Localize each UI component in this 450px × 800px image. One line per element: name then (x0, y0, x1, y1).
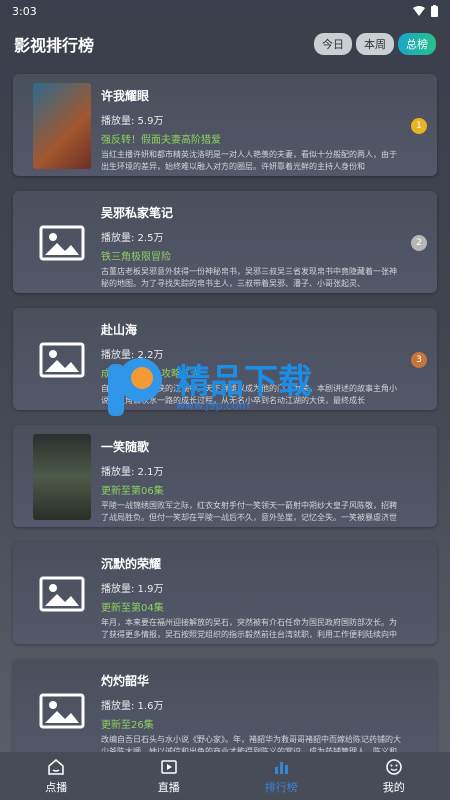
item-title: 灼灼韶华 (101, 674, 150, 688)
poster-image (33, 668, 91, 754)
tab-vod-label: 点播 (45, 780, 68, 794)
item-desc: 平陵一战锦绣国败军之际，红衣女射手付一笑领天一箭射中朔纱大皇子风陈敬，招聘了战局… (101, 501, 397, 522)
home-icon (48, 758, 64, 775)
image-placeholder-icon (39, 576, 85, 612)
item-tag: 更新至第06集 (101, 486, 164, 497)
item-plays: 播放量: 2.1万 (101, 467, 164, 478)
item-desc: 当红主播许妍和都市精英沈洛明是一对人人艳羡的夫妻，看似十分般配的两人，由于出生环… (101, 150, 397, 171)
ranking-list: 许我耀眼播放量: 5.9万强反转！假面夫妻高阶猎爱当红主播许妍和都市精英沈洛明是… (13, 74, 437, 776)
tab-vod[interactable]: 点播 (0, 752, 113, 800)
item-tag: 更新至第04集 (101, 603, 164, 614)
item-plays: 播放量: 2.2万 (101, 350, 164, 361)
item-tag: 铁三角极限冒险 (101, 252, 171, 263)
tab-all[interactable]: 总榜 (398, 33, 436, 55)
item-title: 沉默的荣耀 (101, 557, 162, 571)
status-time: 3:03 (12, 4, 37, 18)
item-title: 许我耀眼 (101, 89, 150, 103)
rank-badge: 1 (411, 118, 427, 134)
image-placeholder-icon (39, 342, 85, 378)
tab-live-label: 直播 (157, 780, 180, 794)
chart-icon (275, 761, 289, 774)
item-title: 一笑随歌 (101, 440, 150, 454)
play-icon (161, 759, 177, 774)
item-info: 赴山海播放量: 2.2万成毅领衔热血攻略江湖自幼为之一统武侠的江湖中，天下群雄以… (101, 317, 429, 405)
smile-icon (386, 758, 402, 775)
item-plays: 播放量: 5.9万 (101, 116, 164, 127)
ranking-item[interactable]: 赴山海播放量: 2.2万成毅领衔热血攻略江湖自幼为之一统武侠的江湖中，天下群雄以… (13, 308, 437, 410)
status-bar: 3:03 (0, 0, 450, 22)
item-tag: 更新至26集 (101, 720, 154, 731)
tab-ranking[interactable]: 排行榜 (225, 752, 338, 800)
poster-image (33, 83, 91, 169)
header: 影视排行榜 今日 本周 总榜 (0, 22, 450, 66)
item-tag: 成毅领衔热血攻略江湖 (101, 369, 201, 380)
tab-week[interactable]: 本周 (356, 33, 394, 55)
item-desc: 年月，本来要在福州迎接解放的吴石，突然被有介石任命为国民政府国防部次长。为了获得… (101, 618, 397, 639)
ranking-item[interactable]: 吴邪私家笔记 播放量: 2.5万 铁三角极限冒险古董店老板吴邪意外获得一份神秘帛书，… (13, 191, 437, 293)
battery-icon (431, 5, 438, 17)
item-info: 许我耀眼播放量: 5.9万强反转！假面夫妻高阶猎爱当红主播许妍和都市精英沈洛明是… (101, 83, 429, 171)
item-desc: 自幼为之一统武侠的江湖中，天下群雄以成为他的门下为荣。本剧讲述的故事主角小说男主… (101, 384, 397, 405)
image-placeholder-icon (39, 693, 85, 729)
item-info: 一笑随歌播放量: 2.1万 更新至第06集平陵一战锦绣国败军之际，红衣女射手付一笑… (101, 434, 429, 522)
ranking-item[interactable]: 灼灼韶华 播放量: 1.6万 更新至26集 改编自吾日石头与水小说《野心家》。年，褚韶… (13, 659, 437, 761)
period-tabs: 今日 本周 总榜 (314, 33, 436, 55)
image-placeholder-icon (39, 225, 85, 261)
item-title: 吴邪私家笔记 (101, 206, 174, 220)
wifi-icon (413, 6, 425, 16)
tab-live[interactable]: 直播 (113, 752, 226, 800)
status-icons (413, 5, 438, 17)
bottom-tabbar: 点播 直播 排行榜 我的 (0, 752, 450, 800)
item-plays: 播放量: 2.5万 (101, 233, 164, 244)
poster-image (33, 317, 91, 403)
item-plays: 播放量: 1.6万 (101, 701, 164, 712)
tab-ranking-label: 排行榜 (264, 780, 298, 794)
ranking-item[interactable]: 沉默的荣耀播放量: 1.9万 更新至第04集年月，本来要在福州迎接解放的吴石，突然… (13, 542, 437, 644)
item-plays: 播放量: 1.9万 (101, 584, 164, 595)
poster-image (33, 200, 91, 286)
item-info: 沉默的荣耀播放量: 1.9万 更新至第04集年月，本来要在福州迎接解放的吴石，突然… (101, 551, 429, 639)
poster-image (33, 434, 91, 520)
item-info: 吴邪私家笔记 播放量: 2.5万 铁三角极限冒险古董店老板吴邪意外获得一份神秘帛书，… (101, 200, 429, 288)
tab-today[interactable]: 今日 (314, 33, 352, 55)
item-tag: 强反转！假面夫妻高阶猎爱 (101, 135, 221, 146)
ranking-item[interactable]: 一笑随歌播放量: 2.1万 更新至第06集平陵一战锦绣国败军之际，红衣女射手付一笑… (13, 425, 437, 527)
poster-image (33, 551, 91, 637)
page-title: 影视排行榜 (14, 36, 95, 55)
item-info: 灼灼韶华 播放量: 1.6万 更新至26集 改编自吾日石头与水小说《野心家》。年，褚韶… (101, 668, 429, 756)
rank-badge: 2 (411, 235, 427, 251)
tab-mine-label: 我的 (382, 780, 405, 794)
item-desc: 古董店老板吴邪意外获得一份神秘帛书，吴邪三叔吴三省发现帛书中竟隐藏着一张神秘的地… (101, 267, 397, 288)
ranking-item[interactable]: 许我耀眼播放量: 5.9万强反转！假面夫妻高阶猎爱当红主播许妍和都市精英沈洛明是… (13, 74, 437, 176)
item-title: 赴山海 (101, 323, 138, 337)
rank-badge: 3 (411, 352, 427, 368)
tab-mine[interactable]: 我的 (338, 752, 450, 800)
